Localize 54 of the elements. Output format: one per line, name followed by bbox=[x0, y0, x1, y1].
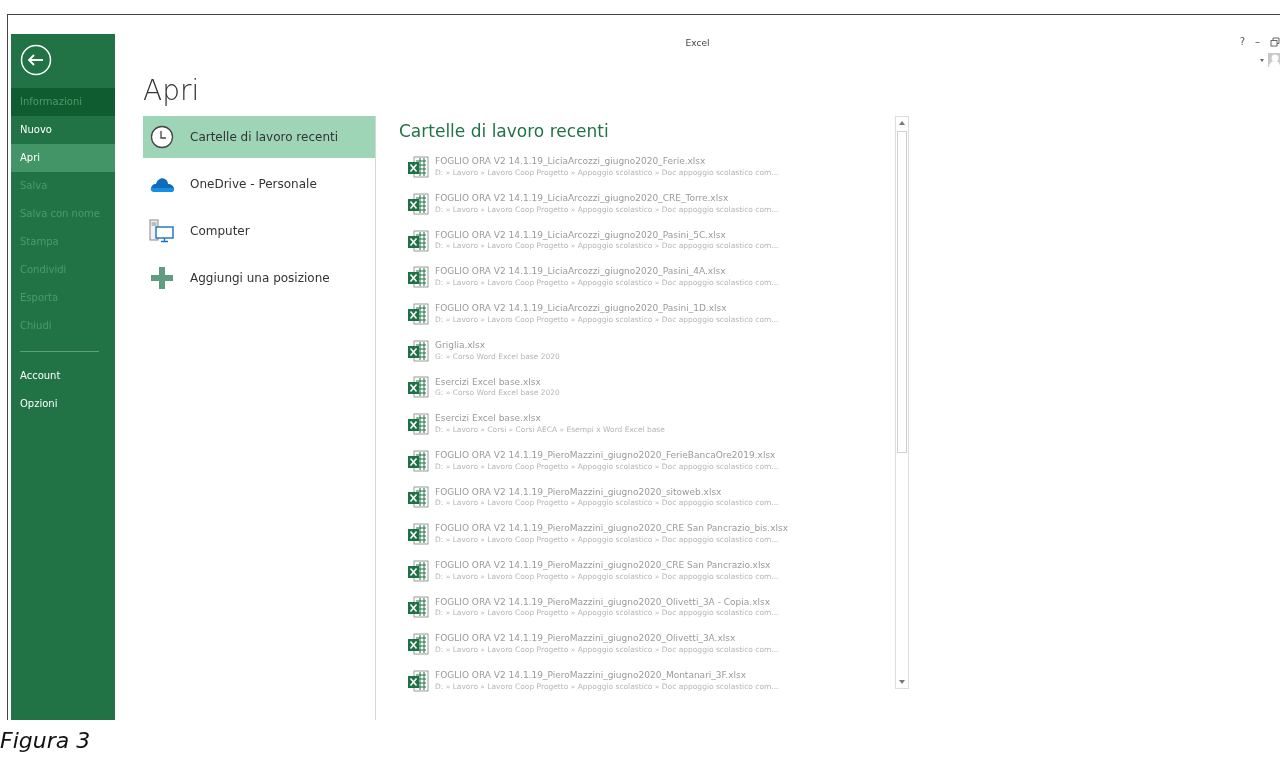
file-name[interactable]: FOGLIO ORA V2 14.1.19_LiciaArcozzi_giugno2020_CRE_Torre.xlsx bbox=[435, 193, 779, 205]
sidebar-item[interactable]: Opzioni bbox=[11, 390, 115, 418]
spreadsheet-file-icon bbox=[407, 522, 429, 546]
spreadsheet-file-icon bbox=[407, 191, 429, 216]
file-name[interactable]: FOGLIO ORA V2 14.1.19_PieroMazzini_giugno2020_CRE San Pancrazio_bis.xlsx bbox=[435, 523, 788, 535]
sidebar-item[interactable]: Apri bbox=[11, 144, 115, 172]
spreadsheet-file-icon bbox=[407, 558, 429, 583]
up-arrow-icon[interactable] bbox=[899, 121, 905, 126]
place-item[interactable]: Computer bbox=[143, 210, 375, 253]
figure-caption: Figura 3 bbox=[0, 727, 92, 755]
restore-icon[interactable] bbox=[1270, 36, 1280, 47]
spreadsheet-file-icon bbox=[407, 228, 429, 253]
place-item[interactable]: Aggiungi una posizione bbox=[143, 257, 375, 300]
file-name[interactable]: FOGLIO ORA V2 14.1.19_PieroMazzini_giugno2020_Olivetti_3A - Copia.xlsx bbox=[435, 596, 779, 609]
spreadsheet-file-icon bbox=[407, 155, 429, 180]
spreadsheet-file-icon bbox=[407, 338, 429, 363]
computer-icon bbox=[148, 219, 176, 244]
file-name[interactable]: FOGLIO ORA V2 14.1.19_PieroMazzini_giugno2020_Montanari_3F.xlsx bbox=[435, 670, 779, 682]
sidebar-item[interactable]: Nuovo bbox=[11, 116, 115, 144]
place-item[interactable]: OneDrive - Personale bbox=[143, 163, 375, 206]
minimize-button[interactable]: – bbox=[1255, 34, 1260, 49]
back-button[interactable] bbox=[20, 44, 52, 76]
clock-icon bbox=[148, 125, 176, 150]
file-name[interactable]: Esercizi Excel base.xlsx bbox=[435, 413, 665, 425]
spreadsheet-file-icon bbox=[407, 668, 429, 693]
spreadsheet-file-icon bbox=[407, 448, 429, 473]
spreadsheet-file-icon bbox=[407, 375, 429, 400]
scrollbar[interactable] bbox=[895, 116, 909, 690]
spreadsheet-file-icon bbox=[407, 632, 429, 657]
caret-icon[interactable] bbox=[1260, 58, 1264, 62]
file-name[interactable]: FOGLIO ORA V2 14.1.19_LiciaArcozzi_giugno2020_Pasini_5C.xlsx bbox=[435, 229, 779, 242]
down-arrow-icon[interactable] bbox=[899, 680, 905, 685]
file-name[interactable]: FOGLIO ORA V2 14.1.19_PieroMazzini_giugno2020_sitoweb.xlsx bbox=[435, 486, 779, 499]
help-button[interactable]: ? bbox=[1239, 34, 1245, 49]
place-item[interactable]: Cartelle di lavoro recenti bbox=[143, 116, 375, 159]
plus-icon bbox=[148, 266, 176, 291]
file-name[interactable]: FOGLIO ORA V2 14.1.19_LiciaArcozzi_giugno2020_Pasini_1D.xlsx bbox=[435, 303, 779, 315]
sidebar-item[interactable]: Account bbox=[11, 362, 115, 390]
spreadsheet-file-icon bbox=[407, 485, 429, 510]
file-name[interactable]: FOGLIO ORA V2 14.1.19_PieroMazzini_giugno2020_CRE San Pancrazio.xlsx bbox=[435, 560, 779, 572]
spreadsheet-file-icon bbox=[407, 595, 429, 620]
file-name[interactable]: FOGLIO ORA V2 14.1.19_PieroMazzini_giugno2020_Olivetti_3A.xlsx bbox=[435, 633, 779, 646]
section-title: Cartelle di lavoro recenti bbox=[399, 120, 610, 144]
page-title: Apri bbox=[143, 75, 201, 107]
window-title: Excel bbox=[685, 38, 710, 48]
file-name[interactable]: Griglia.xlsx bbox=[435, 339, 560, 352]
spreadsheet-file-icon bbox=[407, 411, 429, 436]
file-name[interactable]: Esercizi Excel base.xlsx bbox=[435, 376, 560, 389]
spreadsheet-file-icon bbox=[407, 265, 429, 290]
file-name[interactable]: FOGLIO ORA V2 14.1.19_PieroMazzini_giugno2020_FerieBancaOre2019.xlsx bbox=[435, 449, 779, 462]
file-name[interactable]: FOGLIO ORA V2 14.1.19_LiciaArcozzi_giugno2020_Ferie.xlsx bbox=[435, 156, 779, 169]
file-name[interactable]: FOGLIO ORA V2 14.1.19_LiciaArcozzi_giugno2020_Pasini_4A.xlsx bbox=[435, 266, 779, 279]
spreadsheet-file-icon bbox=[407, 301, 429, 326]
cloud-icon bbox=[148, 175, 176, 194]
